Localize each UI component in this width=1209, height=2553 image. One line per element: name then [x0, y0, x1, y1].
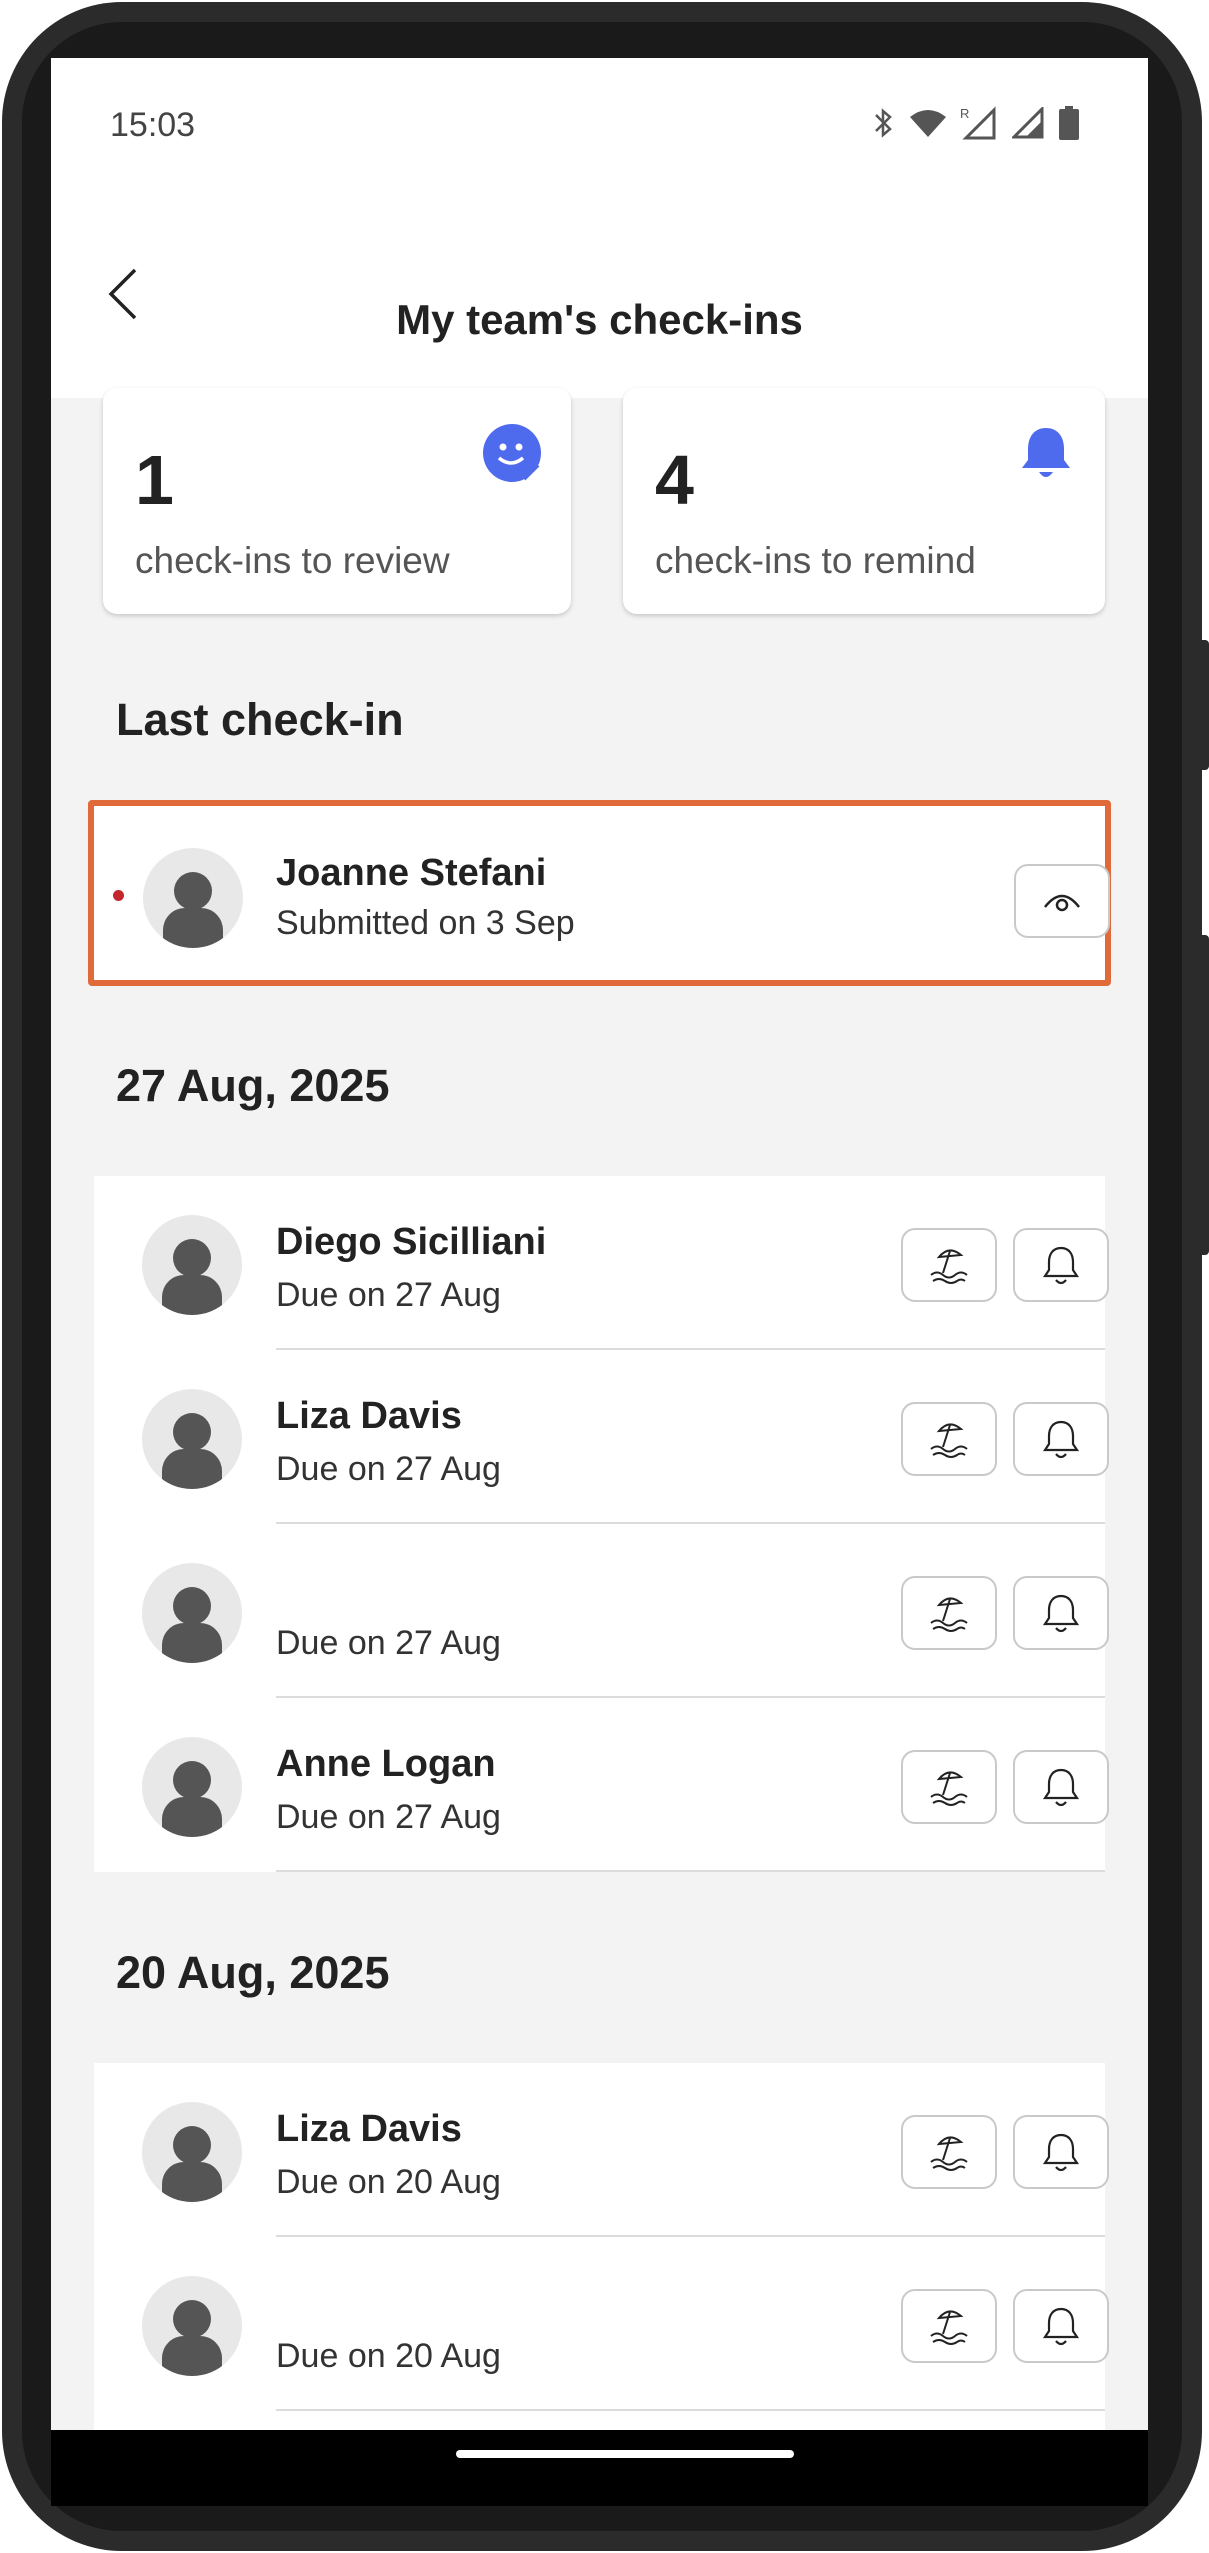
avatar	[142, 1215, 242, 1315]
unread-dot	[113, 890, 124, 901]
beach-umbrella-icon	[930, 1249, 968, 1284]
beach-umbrella-icon	[930, 1423, 968, 1458]
signal-icon	[1010, 105, 1046, 144]
phone-device: 15:03 R My team's check-ins 1 check-ins …	[0, 0, 1209, 2553]
due-date: Due on 27 Aug	[276, 1624, 501, 1662]
avatar	[142, 2102, 242, 2202]
view-checkin-button[interactable]	[1014, 864, 1110, 938]
remind-count: 4	[655, 441, 694, 519]
remind-label: check-ins to remind	[655, 540, 976, 581]
review-count: 1	[135, 441, 174, 519]
last-checkin-card[interactable]: Joanne Stefani Submitted on 3 Sep	[88, 800, 1111, 986]
person-name: Anne Logan	[276, 1743, 496, 1785]
remind-button[interactable]	[1013, 1228, 1109, 1302]
list-item[interactable]: Diego Sicilliani Due on 27 Aug	[94, 1176, 1109, 1350]
beach-umbrella-icon	[930, 1771, 968, 1806]
person-name: Diego Sicilliani	[276, 1221, 547, 1263]
beach-umbrella-icon	[930, 1597, 968, 1632]
signal-r-icon: R	[960, 106, 1000, 145]
remind-button[interactable]	[1013, 2115, 1109, 2189]
beach-umbrella-icon	[930, 2310, 968, 2345]
avatar	[142, 1389, 242, 1489]
row-divider	[276, 1870, 1105, 1872]
status-time: 15:03	[110, 106, 196, 144]
out-of-office-button[interactable]	[901, 1228, 997, 1302]
out-of-office-button[interactable]	[901, 1402, 997, 1476]
avatar	[142, 2276, 242, 2376]
person-name: Liza Davis	[276, 2108, 462, 2150]
avatar	[142, 1737, 242, 1837]
row-divider	[276, 2409, 1105, 2411]
out-of-office-button[interactable]	[901, 1576, 997, 1650]
remind-stat-card[interactable]: 4 check-ins to remind	[623, 388, 1105, 614]
status-bar: 15:03 R	[51, 58, 1148, 188]
review-sticker-icon	[481, 422, 543, 484]
date-heading: 20 Aug, 2025	[116, 1947, 390, 1998]
last-checkin-heading: Last check-in	[116, 694, 404, 745]
checkin-group: Liza Davis Due on 20 Aug Due on 20 Aug	[94, 2063, 1109, 2430]
checkin-person-name: Joanne Stefani	[276, 852, 547, 894]
out-of-office-button[interactable]	[901, 2115, 997, 2189]
bell-outline-icon	[1042, 1246, 1080, 1285]
battery-icon	[1058, 106, 1080, 145]
bell-icon	[1015, 422, 1077, 484]
checkin-subtitle: Submitted on 3 Sep	[276, 904, 575, 942]
checkin-group: Diego Sicilliani Due on 27 Aug Liza Davi…	[94, 1176, 1109, 1872]
system-nav-bar	[51, 2430, 1148, 2506]
due-date: Due on 20 Aug	[276, 2163, 501, 2201]
list-item[interactable]: Due on 20 Aug	[94, 2237, 1109, 2411]
bell-outline-icon	[1042, 1420, 1080, 1459]
list-item[interactable]: Due on 27 Aug	[94, 1524, 1109, 1698]
remind-button[interactable]	[1013, 1402, 1109, 1476]
avatar	[143, 848, 243, 948]
due-date: Due on 27 Aug	[276, 1450, 501, 1488]
list-item[interactable]: Anne Logan Due on 27 Aug	[94, 1698, 1109, 1872]
remind-button[interactable]	[1013, 1750, 1109, 1824]
bell-outline-icon	[1042, 1768, 1080, 1807]
bell-outline-icon	[1042, 1594, 1080, 1633]
review-stat-card[interactable]: 1 check-ins to review	[103, 388, 571, 614]
bluetooth-icon	[872, 106, 896, 145]
bell-outline-icon	[1042, 2307, 1080, 2346]
remind-button[interactable]	[1013, 1576, 1109, 1650]
remind-button[interactable]	[1013, 2289, 1109, 2363]
out-of-office-button[interactable]	[901, 1750, 997, 1824]
person-name: Liza Davis	[276, 1395, 462, 1437]
app-header: My team's check-ins	[51, 188, 1148, 398]
page-title: My team's check-ins	[396, 296, 803, 343]
beach-umbrella-icon	[930, 2136, 968, 2171]
svg-text:R: R	[960, 106, 969, 121]
review-label: check-ins to review	[135, 540, 450, 581]
due-date: Due on 27 Aug	[276, 1276, 501, 1314]
power-button	[1198, 640, 1209, 770]
out-of-office-button[interactable]	[901, 2289, 997, 2363]
list-item[interactable]: Liza Davis Due on 27 Aug	[94, 1350, 1109, 1524]
app-screen: 15:03 R My team's check-ins 1 check-ins …	[51, 58, 1148, 2430]
volume-button	[1198, 935, 1209, 1255]
due-date: Due on 27 Aug	[276, 1798, 501, 1836]
home-gesture-bar[interactable]	[456, 2450, 794, 2458]
date-heading: 27 Aug, 2025	[116, 1060, 390, 1111]
status-icons: R	[872, 105, 1080, 145]
avatar	[142, 1563, 242, 1663]
due-date: Due on 20 Aug	[276, 2337, 501, 2375]
wifi-icon	[908, 107, 948, 144]
list-item[interactable]: Liza Davis Due on 20 Aug	[94, 2063, 1109, 2237]
bell-outline-icon	[1042, 2133, 1080, 2172]
eye-icon	[1044, 894, 1080, 912]
